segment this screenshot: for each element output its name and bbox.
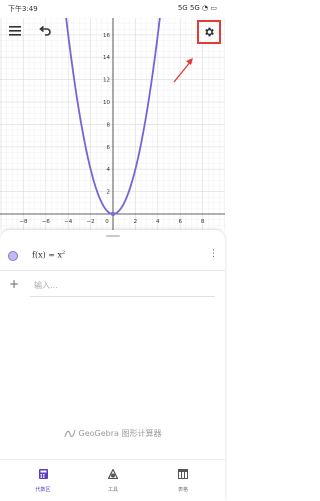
nav-algebra-label: 代数区 (35, 487, 51, 493)
x-tick-label: 0 (105, 219, 109, 225)
menu-icon (9, 26, 21, 36)
visibility-toggle[interactable] (8, 251, 18, 261)
x-tick-label: 6 (178, 219, 182, 225)
nav-tools-label: 工具 (107, 487, 118, 493)
y-tick-label: 4 (107, 167, 111, 173)
tools-icon (107, 468, 119, 480)
x-tick-label: −8 (19, 219, 28, 225)
x-tick-label: −6 (42, 219, 51, 225)
status-time: 下午3:49 (8, 5, 38, 13)
x-tick-label: −4 (64, 219, 73, 225)
branding-text: GeoGebra 图形计算器 (78, 429, 162, 438)
geogebra-logo-icon (64, 429, 76, 438)
table-icon (178, 469, 188, 479)
plus-icon[interactable]: + (9, 277, 19, 291)
nav-table-label: 表格 (177, 487, 188, 493)
gear-icon (205, 27, 214, 37)
x-tick-label: 8 (201, 219, 205, 225)
algebra-row[interactable]: f(x) = x2 ⋮ (0, 242, 225, 271)
more-options-icon[interactable]: ⋮ (209, 249, 218, 263)
x-tick-label: 2 (134, 219, 138, 225)
y-tick-label: 2 (107, 190, 111, 196)
calculator-icon (38, 469, 48, 479)
x-tick-label: 4 (156, 219, 160, 225)
undo-icon (39, 26, 51, 36)
y-tick-label: 16 (103, 33, 110, 39)
input-underline (30, 296, 215, 297)
y-tick-label: 8 (107, 122, 111, 128)
input-row[interactable]: + 输入... (0, 272, 225, 300)
drag-handle[interactable] (106, 235, 120, 237)
y-tick-label: 10 (103, 100, 110, 106)
menu-button[interactable] (6, 22, 24, 40)
nav-algebra[interactable]: 代数区 (13, 464, 73, 493)
status-bar: 下午3:49 5G 5G ◔ ▭ (0, 0, 225, 18)
branding: GeoGebra 图形计算器 (0, 428, 225, 439)
nav-table[interactable]: 表格 (153, 464, 213, 493)
nav-tools[interactable]: 工具 (83, 464, 143, 493)
graphics-view[interactable]: −8 −6 −4 −2 0 2 4 6 8 2 4 6 8 10 12 14 16 (0, 18, 225, 230)
undo-button[interactable] (36, 22, 54, 40)
x-tick-label: −2 (87, 219, 95, 225)
y-tick-label: 12 (103, 78, 110, 84)
y-tick-label: 14 (103, 55, 110, 61)
bottom-nav: 代数区 工具 表格 (0, 459, 225, 501)
settings-button[interactable] (197, 20, 221, 44)
status-indicators: 5G 5G ◔ ▭ (177, 4, 217, 12)
y-tick-label: 6 (107, 145, 111, 151)
input-placeholder[interactable]: 输入... (34, 280, 58, 291)
graph-canvas[interactable]: −8 −6 −4 −2 0 2 4 6 8 2 4 6 8 10 12 14 16 (0, 18, 225, 230)
expression-text[interactable]: f(x) = x2 (32, 250, 65, 260)
annotation-arrow (173, 58, 193, 83)
